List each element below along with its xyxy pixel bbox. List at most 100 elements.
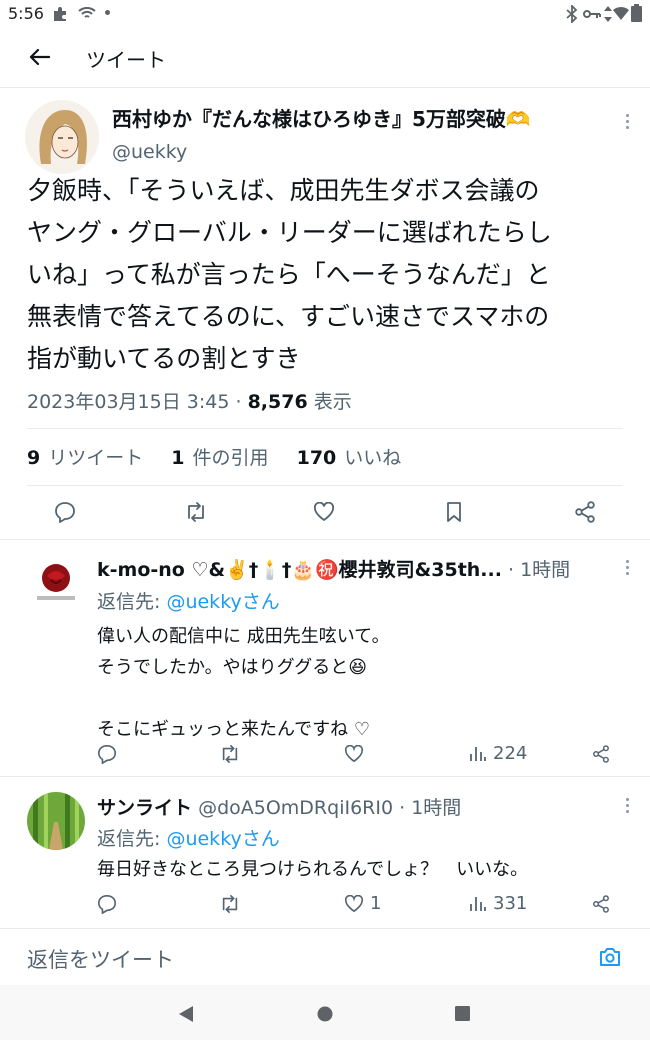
quotes-stat[interactable]: 1 件の引用 <box>171 447 268 469</box>
reply-text-line: 偉い人の配信中に 成田先生呟いて。 <box>97 626 390 647</box>
views-label: 表示 <box>313 391 352 413</box>
battery-icon <box>631 4 642 22</box>
arrow-left-icon <box>29 48 50 66</box>
reply-to-user-link[interactable]: @uekkyさん <box>166 828 279 850</box>
likes-stat[interactable]: 170 いいね <box>297 447 402 469</box>
reply-reply-button[interactable] <box>97 744 117 764</box>
reply-like-button[interactable]: 1 <box>344 893 381 914</box>
reply-avatar[interactable] <box>27 792 85 850</box>
analytics-icon <box>470 896 486 911</box>
reply-text: 偉い人の配信中に 成田先生呟いて。 そうでしたか。やはりググると😆 そこにギュッ… <box>97 621 617 745</box>
tweet-meta: 2023年03月15日 3:45 · 8,576 表示 <box>27 387 352 414</box>
quotes-label: 件の引用 <box>192 447 269 469</box>
author-name[interactable]: 西村ゆか『だんな様はひろゆき』5万部突破🫶 <box>112 103 531 132</box>
comment-icon <box>97 894 117 914</box>
reply-composer-input[interactable]: 返信をツイート <box>27 944 174 974</box>
retweets-label: リツイート <box>48 447 144 469</box>
tweet-text-line: 無表情で答えてるのに、すごい速さでスマホの <box>27 302 550 331</box>
reply-text: 毎日好きなところ見つけられるんでしょ？ いいな。 <box>97 854 627 885</box>
reply-button[interactable] <box>52 499 78 525</box>
reply-like-button[interactable] <box>344 745 370 763</box>
reply-share-button[interactable] <box>592 895 610 913</box>
views-count: 8,576 <box>247 391 308 413</box>
tweet-text-line: いね」って私が言ったら「へーそうなんだ」と <box>27 260 551 289</box>
likes-count: 170 <box>296 447 337 469</box>
nav-home-icon[interactable] <box>317 1006 333 1022</box>
comment-icon <box>97 744 117 764</box>
reply-time[interactable]: · 1時間 <box>508 559 570 581</box>
action-bar-divider <box>0 539 650 540</box>
reply-divider <box>0 776 650 777</box>
heart-icon <box>344 745 364 763</box>
reply-more-button[interactable] <box>624 798 630 813</box>
meta-divider <box>27 428 623 429</box>
bookmark-button[interactable] <box>441 499 467 525</box>
heart-icon <box>344 894 364 912</box>
author-handle[interactable]: @uekky <box>112 141 187 163</box>
reply-view-count: 224 <box>493 743 528 764</box>
nav-recents-icon[interactable] <box>455 1006 470 1021</box>
reply-more-button[interactable] <box>624 560 630 575</box>
retweet-icon <box>222 895 238 913</box>
reply-reply-button[interactable] <box>97 894 117 914</box>
reply-author-name[interactable]: k-mo-no ♡&✌️†🕯️†🎂㊗️櫻井敦司&35th... <box>97 559 502 581</box>
reply-author-name[interactable]: サンライト <box>97 797 192 819</box>
vpn-key-icon <box>583 10 601 18</box>
share-icon <box>575 501 595 523</box>
tweet-text-line: 指が動いてるの割とすき <box>27 344 301 373</box>
tweet-more-button[interactable] <box>624 114 630 129</box>
reply-to-line: 返信先: @uekkyさん <box>97 824 280 851</box>
reply-text-line <box>97 683 617 714</box>
retweet-button[interactable] <box>183 499 209 525</box>
heart-icon <box>313 502 335 521</box>
stats-divider <box>27 485 623 486</box>
like-button[interactable] <box>311 499 337 525</box>
reply-header: サンライト @doA5OmDRqiI6RI0 · 1時間 <box>97 793 461 820</box>
share-icon <box>593 895 609 913</box>
retweet-icon <box>188 502 204 522</box>
status-bar: 5:56 <box>0 0 650 28</box>
data-arrows-icon <box>604 6 612 22</box>
reply-view-count: 331 <box>493 893 528 914</box>
camera-button[interactable] <box>598 946 624 972</box>
comment-icon <box>55 502 75 523</box>
extension-icon <box>54 7 66 21</box>
share-button[interactable] <box>572 499 598 525</box>
camera-icon <box>600 948 620 966</box>
reply-to-line: 返信先: @uekkyさん <box>97 587 280 614</box>
retweets-stat[interactable]: 9 リツイート <box>27 447 143 469</box>
retweet-icon <box>222 745 238 763</box>
reply-views-button[interactable]: 224 <box>469 743 527 764</box>
reply-to-label: 返信先: <box>97 828 167 850</box>
reply-time[interactable]: · 1時間 <box>399 797 461 819</box>
author-avatar[interactable] <box>25 100 99 174</box>
likes-label: いいね <box>344 447 402 469</box>
reply-author-handle[interactable]: @doA5OmDRqiI6RI0 <box>198 797 393 819</box>
tweet-text-line: ヤング・グローバル・リーダーに選ばれたらし <box>27 218 552 247</box>
quotes-count: 1 <box>171 447 185 469</box>
status-time: 5:56 <box>8 4 44 23</box>
tweet-stats: 9 リツイート 1 件の引用 170 いいね <box>27 443 423 470</box>
bookmark-icon <box>447 502 461 522</box>
meta-separator: · <box>235 391 242 413</box>
tweet-timestamp[interactable]: 2023年03月15日 3:45 <box>27 391 229 413</box>
reply-avatar[interactable] <box>27 554 85 612</box>
back-button[interactable] <box>22 42 56 72</box>
nav-back-icon[interactable] <box>178 1005 194 1023</box>
reply-text-line: そうでしたか。やはりググると😆 <box>97 657 368 678</box>
share-icon <box>593 745 609 763</box>
bamboo-avatar-image <box>27 792 85 850</box>
reply-retweet-button[interactable] <box>219 894 241 914</box>
system-nav-bar <box>0 985 650 1040</box>
bluetooth-icon <box>566 5 578 23</box>
reply-views-button[interactable]: 331 <box>469 893 527 914</box>
reply-retweet-button[interactable] <box>219 744 241 764</box>
reply-share-button[interactable] <box>592 745 610 763</box>
reply-text-line: そこにギュッっと来たんですね ♡ <box>97 719 370 740</box>
tweet-text-line: 夕飯時、「そういえば、成田先生ダボス会議の <box>27 176 540 205</box>
reply-like-count: 1 <box>370 893 382 914</box>
reply-to-label: 返信先: <box>97 591 167 613</box>
reply-to-user-link[interactable]: @uekkyさん <box>166 591 279 613</box>
avatar-illustration <box>25 100 99 174</box>
reply-header: k-mo-no ♡&✌️†🕯️†🎂㊗️櫻井敦司&35th... · 1時間 <box>97 555 570 582</box>
